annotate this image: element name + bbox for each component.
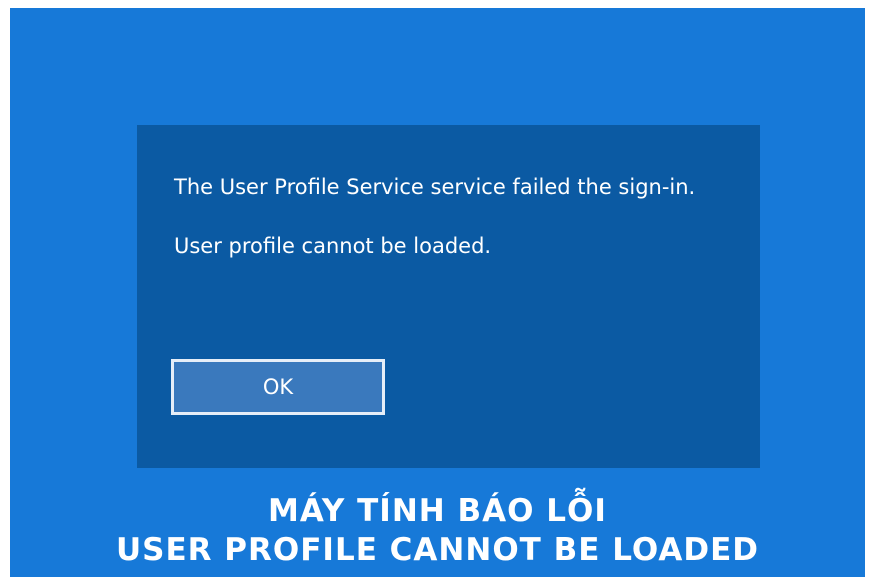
- ok-button[interactable]: OK: [171, 359, 385, 415]
- error-dialog: The User Profile Service service failed …: [137, 125, 760, 468]
- login-screen: The User Profile Service service failed …: [10, 8, 865, 577]
- caption-title: MÁY TÍNH BÁO LỖI: [268, 493, 607, 529]
- error-message-line2: User profile cannot be loaded.: [174, 234, 492, 258]
- error-message-line1: The User Profile Service service failed …: [174, 175, 696, 199]
- caption-subtitle: USER PROFILE CANNOT BE LOADED: [115, 532, 760, 568]
